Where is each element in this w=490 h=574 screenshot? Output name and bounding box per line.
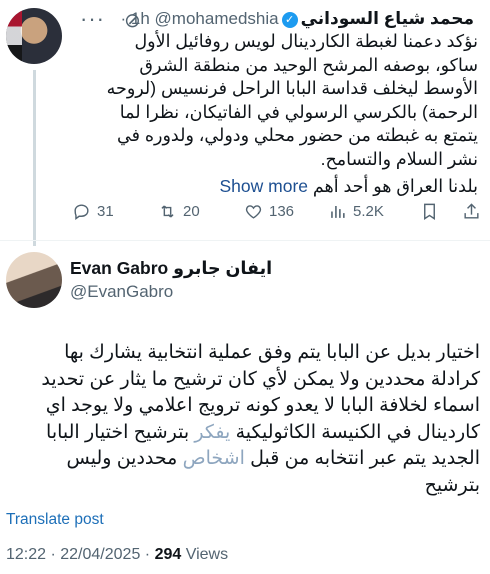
reply-count: 31 [97,203,114,220]
tweet2-views-count: 294 [154,546,182,563]
tweet1-header: ··· ⊘ محمد شياع السوداني✓@mohamedshia · … [72,6,482,32]
show-more-link[interactable]: Show more [220,176,309,196]
bookmark-button[interactable] [420,202,439,221]
like-count: 136 [269,203,295,220]
thread-line [33,70,36,246]
tweet2-text: اختيار بديل عن البابا يتم وفق عملية انتخ… [10,340,480,499]
tweet2-display-name[interactable]: Evan Gabro ايفان جابرو [70,258,272,279]
repost-icon [161,205,174,218]
like-icon [245,205,262,219]
repost-count: 20 [183,203,200,220]
share-button[interactable] [462,202,481,221]
tweet1-actions: 31 20 136 5.2K [72,202,486,226]
tweet1-time[interactable]: · 1h [121,9,150,28]
bookmark-icon [424,203,435,220]
tweet2-views-label: Views [185,546,229,563]
reply-icon [74,204,89,221]
avatar-evangabro[interactable] [6,252,62,308]
tweet1-display-name[interactable]: محمد شياع السوداني [301,9,474,28]
avatar-mohamedshia[interactable] [6,8,62,64]
divider [0,240,490,241]
tweet1-author[interactable]: محمد شياع السوداني✓@mohamedshia · 1h [121,9,474,29]
translate-post-link[interactable]: Translate post [6,511,104,529]
tweet1-text-line2: بلدنا العراق هو أحد أهم Show more [88,175,479,198]
tweet1-text: نؤكد دعمنا لغبطة الكاردينال لويس روفائيل… [106,31,478,169]
views-icon [331,205,345,218]
share-icon [464,203,479,219]
like-button[interactable]: 136 [244,202,294,221]
tweet2-handle[interactable]: @EvanGabro [70,282,173,302]
tweet2-text-highlight1: يفكر [194,421,231,443]
tweet2-text-highlight2: اشخاص [182,448,245,469]
verified-icon: ✓ [281,12,298,28]
more-icon[interactable]: ··· [80,6,105,32]
tweet2-timestamp[interactable]: 12:22 · 22/04/2025 · [6,546,150,563]
tweet2-meta: 12:22 · 22/04/2025 · 294 Views [6,546,228,564]
views-count: 5.2K [353,203,384,220]
reply-button[interactable]: 31 [72,202,114,221]
tweet1-handle[interactable]: @mohamedshia [155,9,279,28]
repost-button[interactable]: 20 [158,202,200,221]
tweet1-text-truncated: بلدنا العراق هو أحد أهم [312,176,478,196]
views-button[interactable]: 5.2K [328,202,384,221]
